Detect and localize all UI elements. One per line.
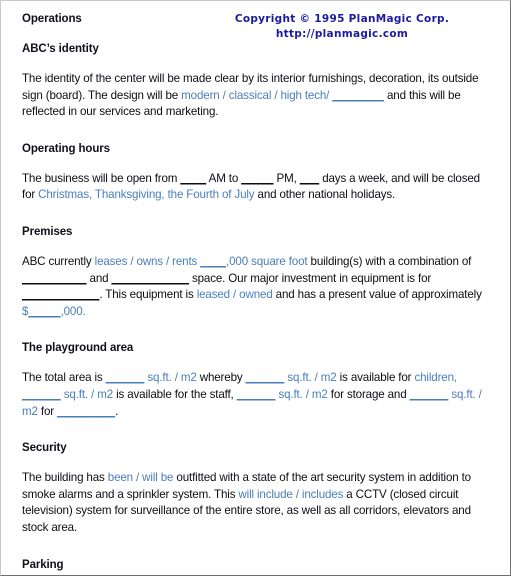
fill-in-blank[interactable]: ________ — [332, 89, 384, 102]
section-heading-abcs-identity: ABC’s identity — [22, 43, 99, 55]
fill-in-blank[interactable]: ______ — [410, 388, 449, 401]
document-page: Copyright © 1995 PlanMagic Corp. http://… — [0, 0, 511, 576]
text-run: . — [115, 404, 119, 418]
text-run: sq.ft. / m2 — [284, 371, 337, 385]
fill-in-blank[interactable]: ____ — [180, 172, 206, 185]
text-run: for storage and — [327, 387, 410, 401]
text-run: The building has — [22, 471, 108, 485]
section-heading-security: Security — [22, 442, 67, 455]
heading-spacer — [22, 156, 491, 171]
section-heading-operating-hours: Operating hours — [22, 142, 110, 155]
text-run: ,000 square foot — [226, 254, 308, 268]
fill-in-blank[interactable]: ____ — [200, 255, 226, 268]
section-heading-playground-area: The playground area — [22, 342, 134, 355]
fill-in-blank[interactable]: ___ — [300, 172, 319, 185]
text-run: leases / owns / rents — [94, 254, 201, 268]
sections-container: ABC’s identity The identity of the center… — [22, 26, 491, 576]
text-run: sq.ft. / m2 — [275, 387, 328, 401]
fill-in-blank[interactable]: ______ — [22, 388, 61, 401]
section-paragraph-playground-area: The total area is ______ sq.ft. / m2 whe… — [22, 370, 491, 420]
text-run: is available for — [336, 371, 415, 385]
text-run: space. Our major investment in equipment… — [188, 271, 432, 285]
heading-spacer — [22, 56, 491, 71]
fill-in-blank[interactable]: _____ — [28, 305, 60, 318]
text-run: sq.ft. / m2 — [144, 371, 197, 385]
text-run: will include / includes — [238, 487, 344, 501]
text-run: Christmas, Thanksgiving, the Fourth of J… — [38, 188, 255, 202]
text-run: and has a present value of approximately — [272, 288, 482, 302]
text-run: building(s) with a combination of — [307, 254, 472, 268]
text-run: been / will be — [107, 471, 174, 485]
heading-spacer — [22, 355, 491, 370]
text-run: The total area is — [22, 371, 106, 385]
heading-spacer — [22, 572, 491, 576]
text-run: sq.ft. / m2 — [60, 387, 114, 401]
text-run: PM, — [273, 171, 300, 185]
fill-in-blank[interactable]: __________ — [22, 272, 86, 285]
text-run: children, — [414, 371, 457, 385]
heading-spacer — [22, 455, 491, 470]
section-paragraph-premises: ABC currently leases / owns / rents ____… — [22, 254, 491, 320]
fill-in-blank[interactable]: ______ — [237, 388, 276, 401]
section-paragraph-security: The building has been / will be outfitte… — [22, 470, 491, 536]
text-run: is available for the staff, — [113, 387, 237, 401]
text-run: . This equipment is — [99, 288, 197, 302]
text-run: ABC currently — [22, 254, 95, 268]
page-title: Operations — [22, 13, 82, 25]
text-run: and — [86, 271, 112, 285]
section-paragraph-operating-hours: The business will be open from ____ AM t… — [22, 171, 491, 204]
fill-in-blank[interactable]: ____________ — [22, 288, 99, 301]
fill-in-blank[interactable]: ______ — [246, 371, 285, 384]
fill-in-blank[interactable]: _________ — [57, 405, 115, 418]
heading-spacer — [22, 239, 491, 254]
fill-in-blank[interactable]: _____ — [241, 172, 273, 185]
document-body: Operations ABC’s identity The identity of… — [22, 12, 491, 576]
text-run: whereby — [196, 371, 246, 385]
text-run: ,000. — [60, 304, 86, 318]
text-run: leased / owned — [196, 288, 273, 302]
fill-in-blank[interactable]: ____________ — [112, 272, 189, 285]
text-run: AM to — [206, 171, 242, 185]
section-heading-premises: Premises — [22, 225, 73, 238]
fill-in-blank[interactable]: ______ — [106, 371, 145, 384]
section-heading-parking: Parking — [22, 558, 64, 571]
text-run: and other national holidays. — [254, 188, 396, 202]
text-run: for — [37, 404, 58, 418]
text-run: modern / classical / high tech/ — [181, 88, 333, 102]
text-run: The business will be open from — [22, 171, 181, 185]
section-paragraph-abcs-identity: The identity of the center will be made … — [22, 71, 491, 121]
